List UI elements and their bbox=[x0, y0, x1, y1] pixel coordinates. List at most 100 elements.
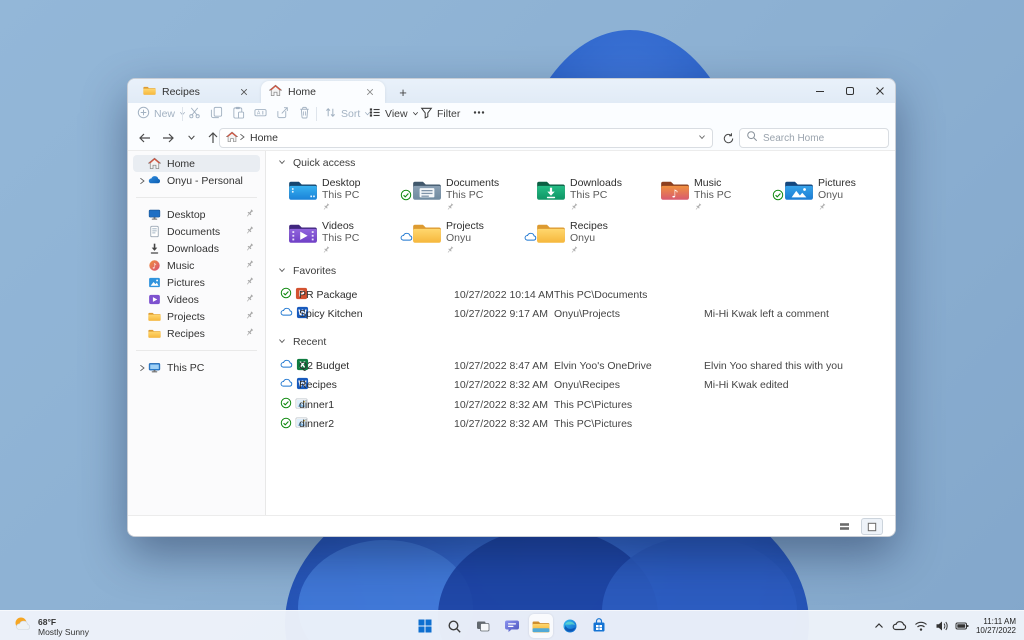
quick-access-tile-documents[interactable]: Documents This PC bbox=[400, 175, 524, 218]
file-date: 10/27/2022 8:32 AM bbox=[454, 418, 548, 431]
section-header-quick-access[interactable]: Quick access bbox=[278, 157, 355, 169]
pin-icon bbox=[245, 311, 254, 323]
sidebar-item-this-pc[interactable]: This PC bbox=[133, 359, 260, 376]
start-icon[interactable] bbox=[413, 614, 437, 638]
sidebar-item-label: Projects bbox=[167, 310, 205, 323]
file-row-spicy-kitchen[interactable]: W Spicy Kitchen 10/27/2022 9:17 AM Onyu\… bbox=[267, 305, 895, 325]
chevron-up-icon[interactable] bbox=[873, 620, 885, 632]
file-explorer-icon[interactable] bbox=[529, 614, 553, 638]
pin-icon bbox=[245, 294, 254, 306]
pin-icon bbox=[570, 245, 608, 257]
tab-close-icon[interactable] bbox=[363, 85, 377, 99]
cloud-status-icon bbox=[280, 306, 293, 322]
quick-access-tile-projects[interactable]: Projects Onyu bbox=[400, 218, 524, 261]
taskbar: 68°F Mostly Sunny 11:11 AM 10/27/2022 bbox=[0, 610, 1024, 640]
quick-access-tile-pictures[interactable]: Pictures Onyu bbox=[772, 175, 895, 218]
plus-circle-icon bbox=[137, 106, 150, 122]
maximize-button[interactable] bbox=[835, 79, 865, 103]
sidebar-item-documents[interactable]: Documents bbox=[133, 223, 260, 240]
sidebar-item-music[interactable]: ♪ Music bbox=[133, 257, 260, 274]
section-header-favorites[interactable]: Favorites bbox=[278, 265, 336, 277]
details-view-button[interactable] bbox=[838, 520, 851, 536]
onedrive-cloud-icon[interactable] bbox=[892, 619, 907, 634]
file-row-pr-package[interactable]: P PR Package 10/27/2022 10:14 AM This PC… bbox=[267, 285, 895, 305]
section-header-recent[interactable]: Recent bbox=[278, 336, 326, 348]
task-view-icon[interactable] bbox=[471, 614, 495, 638]
sync-status-icon bbox=[280, 287, 292, 302]
battery-icon[interactable] bbox=[955, 620, 969, 632]
sidebar-item-pictures[interactable]: Pictures bbox=[133, 274, 260, 291]
volume-icon[interactable] bbox=[935, 620, 948, 632]
weather-widget[interactable]: 68°F Mostly Sunny bbox=[12, 614, 89, 639]
sidebar-item-onyu-personal[interactable]: Onyu - Personal bbox=[133, 172, 260, 189]
share-button[interactable] bbox=[276, 103, 289, 125]
search-input[interactable] bbox=[763, 132, 882, 144]
quick-access-tile-videos[interactable]: Videos This PC bbox=[276, 218, 400, 261]
file-date: 10/27/2022 10:14 AM bbox=[454, 288, 554, 301]
file-row-dinner1[interactable]: dinner1 10/27/2022 8:32 AM This PC\Pictu… bbox=[267, 395, 895, 415]
large-icons-view-button[interactable] bbox=[861, 518, 883, 535]
tab-home[interactable]: Home bbox=[261, 81, 385, 103]
share-icon bbox=[276, 106, 289, 122]
quick-access-tile-desktop[interactable]: Desktop This PC bbox=[276, 175, 400, 218]
tile-name: Downloads bbox=[570, 177, 622, 189]
desktop-icon bbox=[147, 208, 162, 221]
quick-access-tile-downloads[interactable]: Downloads This PC bbox=[524, 175, 648, 218]
recent-locations-button[interactable] bbox=[182, 129, 200, 147]
clock-date: 10/27/2022 bbox=[975, 626, 1016, 635]
section-title: Quick access bbox=[293, 157, 356, 169]
paste-button[interactable] bbox=[232, 103, 245, 125]
sidebar-item-recipes[interactable]: Recipes bbox=[133, 325, 260, 342]
cut-button[interactable] bbox=[188, 103, 201, 125]
close-button[interactable] bbox=[865, 79, 895, 103]
store-icon[interactable] bbox=[587, 614, 611, 638]
file-row-q2-budget[interactable]: X Q2 Budget 10/27/2022 8:47 AM Elvin Yoo… bbox=[267, 356, 895, 376]
tile-location: This PC bbox=[694, 189, 732, 201]
sidebar-item-downloads[interactable]: Downloads bbox=[133, 240, 260, 257]
file-date: 10/27/2022 9:17 AM bbox=[454, 308, 548, 321]
wifi-icon[interactable] bbox=[914, 620, 928, 632]
file-row-recipes[interactable]: W Recipes 10/27/2022 8:32 AM Onyu\Recipe… bbox=[267, 376, 895, 396]
taskbar-clock[interactable]: 11:11 AM 10/27/2022 bbox=[976, 617, 1016, 636]
edge-icon[interactable] bbox=[558, 614, 582, 638]
file-row-dinner2[interactable]: dinner2 10/27/2022 8:32 AM This PC\Pictu… bbox=[267, 415, 895, 435]
sidebar-item-desktop[interactable]: Desktop bbox=[133, 206, 260, 223]
chat-icon[interactable] bbox=[500, 614, 524, 638]
pin-icon bbox=[245, 209, 254, 221]
svg-text:♪: ♪ bbox=[671, 187, 678, 200]
tab-recipes[interactable]: Recipes bbox=[135, 81, 259, 103]
chevron-right-icon[interactable] bbox=[137, 177, 147, 185]
address-bar[interactable]: Home bbox=[219, 128, 713, 148]
tab-label: Home bbox=[288, 86, 317, 98]
tile-name: Desktop bbox=[322, 177, 361, 189]
sidebar-item-label: Music bbox=[167, 259, 195, 272]
sidebar-item-videos[interactable]: Videos bbox=[133, 291, 260, 308]
search-icon[interactable] bbox=[442, 614, 466, 638]
address-dropdown-icon[interactable] bbox=[698, 132, 706, 144]
minimize-button[interactable] bbox=[805, 79, 835, 103]
svg-text:A: A bbox=[257, 111, 261, 117]
sort-button[interactable]: Sort bbox=[324, 103, 371, 125]
chevron-right-icon[interactable] bbox=[137, 364, 147, 372]
refresh-button[interactable] bbox=[719, 129, 737, 147]
quick-access-tile-music[interactable]: ♪ Music This PC bbox=[648, 175, 772, 218]
folder-icon bbox=[147, 311, 162, 322]
rename-button[interactable]: A bbox=[254, 103, 267, 125]
more-options-button[interactable] bbox=[472, 103, 486, 125]
new-button[interactable]: New bbox=[137, 103, 186, 125]
file-note: Mi-Hi Kwak edited bbox=[704, 379, 789, 392]
search-box[interactable] bbox=[739, 128, 889, 148]
sidebar-item-home[interactable]: Home bbox=[133, 155, 260, 172]
filter-button[interactable]: Filter bbox=[420, 103, 460, 125]
breadcrumb[interactable]: Home bbox=[250, 132, 278, 144]
quick-access-tile-recipes[interactable]: Recipes Onyu bbox=[524, 218, 648, 261]
back-button[interactable] bbox=[136, 129, 154, 147]
view-button[interactable]: View bbox=[368, 103, 419, 125]
copy-button[interactable] bbox=[210, 103, 223, 125]
tile-name: Pictures bbox=[818, 177, 856, 189]
tab-close-icon[interactable] bbox=[237, 85, 251, 99]
new-tab-button[interactable]: + bbox=[394, 83, 412, 101]
forward-button[interactable] bbox=[159, 129, 177, 147]
sidebar-item-projects[interactable]: Projects bbox=[133, 308, 260, 325]
delete-button[interactable] bbox=[298, 103, 311, 125]
